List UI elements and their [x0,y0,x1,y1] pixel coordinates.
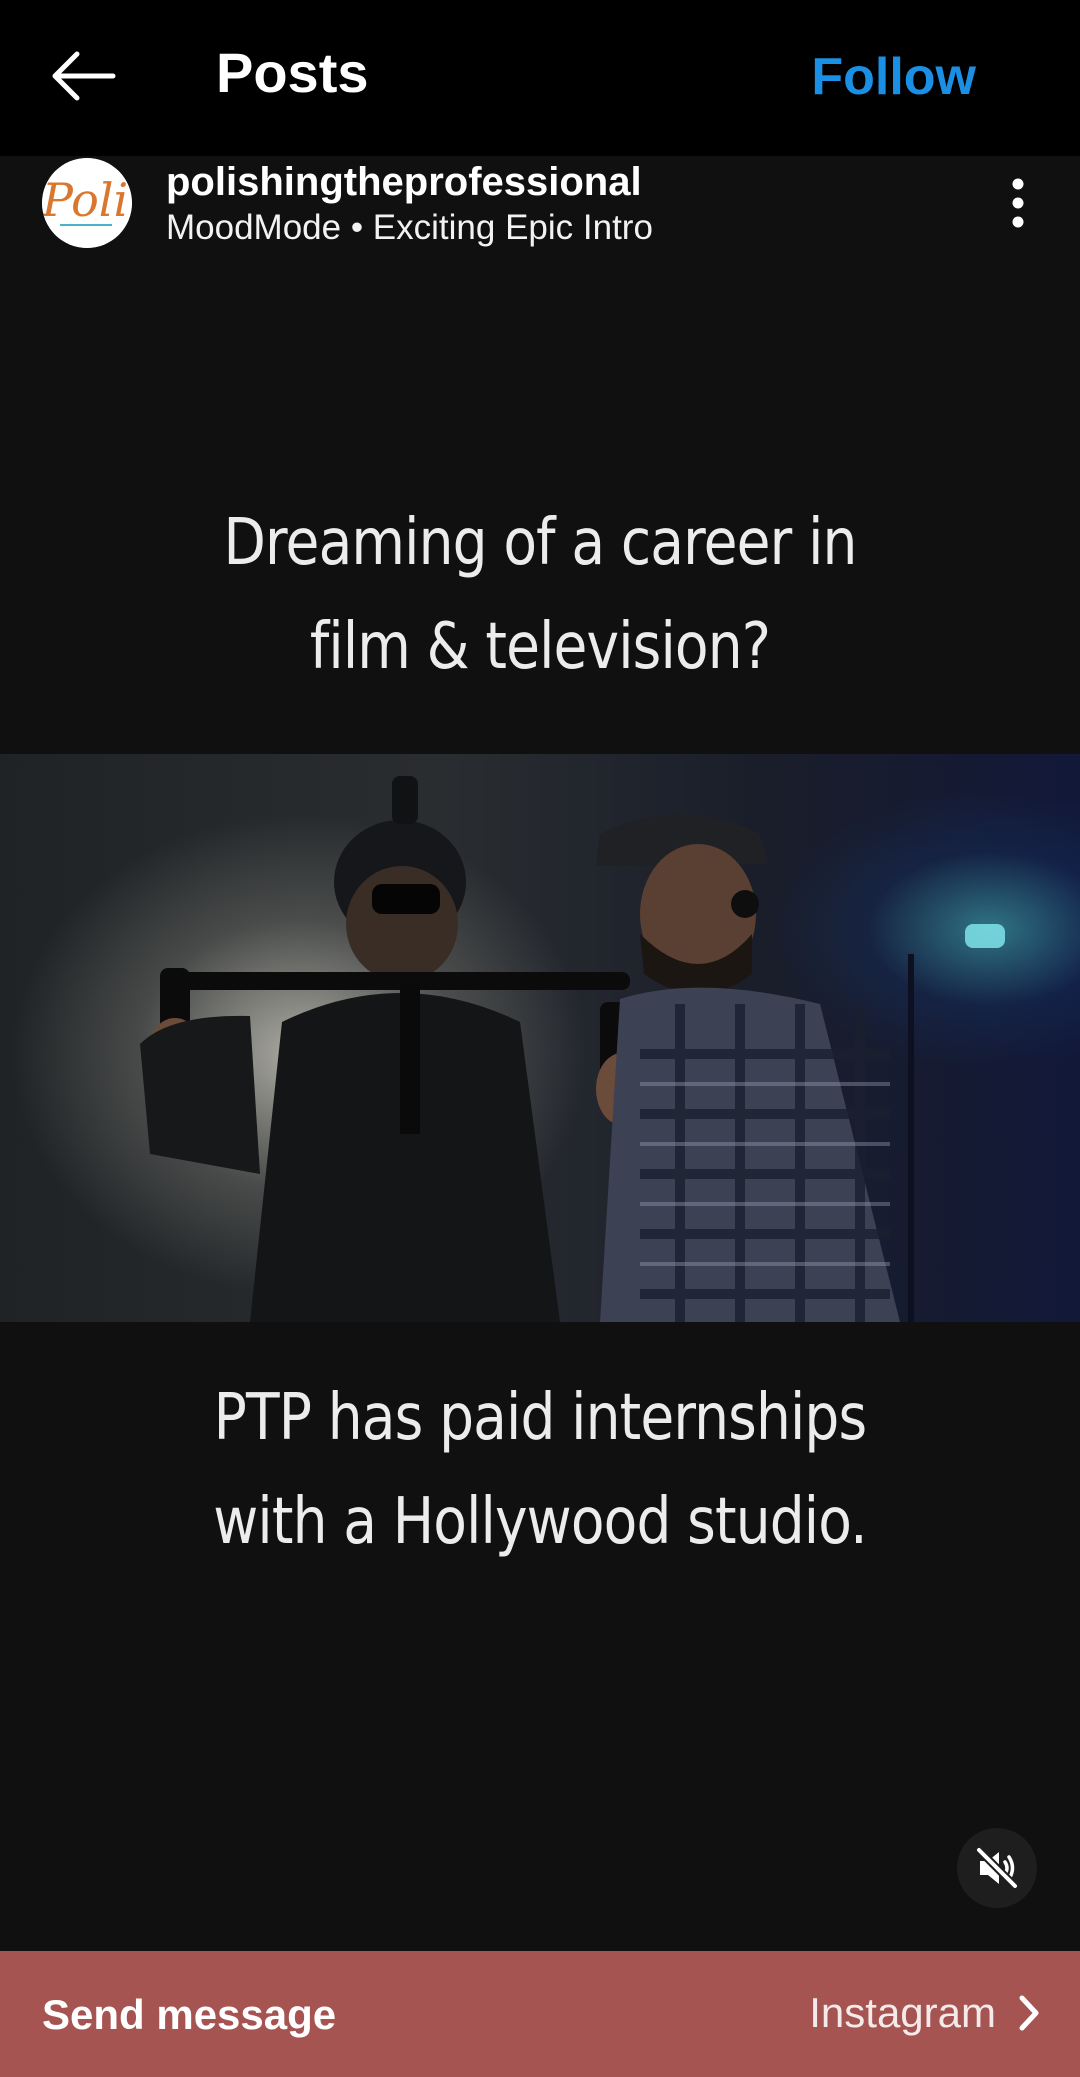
video-caption-bottom: PTP has paid internships with a Hollywoo… [76,1366,1005,1574]
mute-toggle-button[interactable] [957,1828,1037,1908]
audio-attribution[interactable]: MoodMode • Exciting Epic Intro [166,206,653,250]
send-message-bar: Send message Instagram [0,1951,1080,2077]
caption-line: Dreaming of a career in [223,506,857,580]
caption-line: with a Hollywood studio. [213,1485,867,1559]
profile-logo: Poli [42,158,132,248]
back-button[interactable] [40,38,124,114]
page-title: Posts [216,41,369,104]
speaker-muted-icon [975,1846,1019,1890]
instagram-link[interactable]: Instagram [809,1987,1040,2039]
post-header: Poli polishingtheprofessional MoodMode •… [0,156,1080,256]
follow-button[interactable]: Follow [811,42,976,112]
video-frame-camera-operators [0,754,1080,1322]
send-message-button[interactable]: Send message [42,1989,336,2041]
avatar[interactable]: Poli [42,158,132,248]
platform-label: Instagram [809,1989,996,2036]
svg-text:Poli: Poli [42,173,128,227]
more-vertical-icon [1012,178,1024,228]
arrow-left-icon [52,51,116,101]
video-caption-top: Dreaming of a career in film & televisio… [76,491,1005,699]
post-video[interactable]: Dreaming of a career in film & televisio… [0,256,1080,1951]
more-options-button[interactable] [988,170,1048,236]
top-app-bar: Posts Follow [0,0,1080,156]
chevron-right-icon [1019,1995,1039,2031]
caption-line: PTP has paid internships [213,1381,868,1455]
caption-line: film & television? [309,610,771,684]
post-username[interactable]: polishingtheprofessional [166,158,642,206]
